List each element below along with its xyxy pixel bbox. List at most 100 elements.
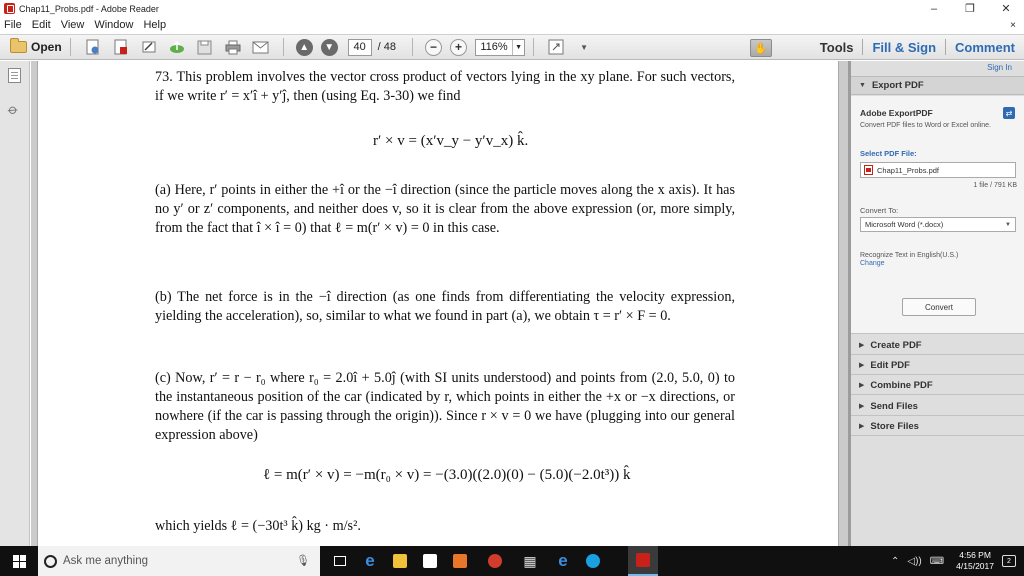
equation-angular-momentum: ℓ = m(r′ × v) = −m(r₀ × v) = −(3.0)((2.0… bbox=[263, 467, 631, 483]
zoom-in-button[interactable]: + bbox=[450, 38, 468, 56]
settings-gear-icon[interactable] bbox=[480, 546, 510, 576]
create-pdf-icon[interactable] bbox=[84, 39, 102, 55]
document-viewport[interactable]: 73. This problem involves the vector cro… bbox=[31, 61, 848, 546]
combine-pdf-section[interactable]: ▶ Combine PDF bbox=[851, 376, 1024, 395]
action-center-icon[interactable]: 2 bbox=[1002, 555, 1016, 567]
menu-bar: File Edit View Window Help × bbox=[0, 17, 1024, 33]
collapsed-arrow-icon: ▶ bbox=[859, 382, 865, 389]
show-hidden-icons-icon[interactable]: ⌃ bbox=[891, 556, 899, 567]
selected-file-field[interactable]: Chap11_Probs.pdf bbox=[860, 162, 1016, 178]
zoom-select[interactable]: 116% ▼ bbox=[475, 38, 526, 56]
next-page-icon[interactable]: ▼ bbox=[320, 38, 338, 56]
skype-icon[interactable] bbox=[578, 546, 608, 576]
chevron-down-icon[interactable]: ▼ bbox=[512, 39, 524, 55]
menu-view[interactable]: View bbox=[61, 19, 85, 31]
window-title: Chap11_Probs.pdf - Adobe Reader bbox=[19, 3, 159, 14]
start-button[interactable] bbox=[0, 546, 38, 576]
page-total: / 48 bbox=[377, 41, 397, 53]
task-view-icon[interactable] bbox=[325, 546, 355, 576]
previous-page-icon[interactable]: ▲ bbox=[295, 38, 313, 56]
section-label: Send Files bbox=[870, 400, 918, 412]
calculator-icon[interactable]: ▦ bbox=[515, 546, 545, 576]
close-document-button[interactable]: × bbox=[1010, 20, 1016, 31]
part-b-text: (b) The net force is in the −î direction… bbox=[155, 289, 735, 324]
title-bar: Chap11_Probs.pdf - Adobe Reader – ❐ ✕ bbox=[0, 0, 1024, 17]
toolbar: Open ▲ ▼ 40 / 48 − + 116% ▼ ▼ ✋ Tools Fi… bbox=[0, 34, 1024, 60]
adobe-reader-taskbar-icon[interactable] bbox=[628, 546, 658, 576]
edit-pdf-section[interactable]: ▶ Edit PDF bbox=[851, 356, 1024, 375]
toolbar-divider bbox=[69, 38, 71, 56]
export-service-icon: ⇄ bbox=[1003, 107, 1015, 119]
cloud-upload-icon[interactable] bbox=[168, 39, 186, 55]
export-pdf-section-header[interactable]: ▼ Export PDF bbox=[851, 76, 1024, 95]
store-files-section[interactable]: ▶ Store Files bbox=[851, 417, 1024, 436]
menu-edit[interactable]: Edit bbox=[32, 19, 51, 31]
email-icon[interactable] bbox=[252, 39, 270, 55]
internet-explorer-icon[interactable]: e bbox=[548, 546, 578, 576]
export-pdf-icon[interactable] bbox=[112, 39, 130, 55]
print-icon[interactable] bbox=[224, 39, 242, 55]
equation-cross-product: r′ × v = (x′v_y − y′v_x) k̂. bbox=[373, 133, 529, 149]
convert-button[interactable]: Convert bbox=[902, 298, 976, 316]
edge-browser-icon[interactable]: e bbox=[355, 546, 385, 576]
volume-icon[interactable]: ◁)) bbox=[907, 556, 921, 567]
file-explorer-icon[interactable] bbox=[385, 546, 415, 576]
menu-help[interactable]: Help bbox=[143, 19, 166, 31]
folder-icon bbox=[10, 38, 27, 53]
navigation-pane: ⌀ bbox=[0, 61, 30, 546]
export-pdf-panel: Adobe ExportPDF ⇄ Convert PDF files to W… bbox=[851, 96, 1024, 334]
media-player-icon[interactable] bbox=[445, 546, 475, 576]
part-a-text: (a) Here, r′ points in either the +î or … bbox=[155, 182, 735, 236]
fill-sign-tab[interactable]: Fill & Sign bbox=[863, 40, 945, 55]
menu-window[interactable]: Window bbox=[94, 19, 133, 31]
send-files-section[interactable]: ▶ Send Files bbox=[851, 397, 1024, 416]
format-value: Microsoft Word (*.docx) bbox=[865, 220, 944, 229]
collapsed-arrow-icon: ▶ bbox=[859, 423, 865, 430]
clock-date: 4/15/2017 bbox=[956, 561, 994, 571]
minimize-button[interactable]: – bbox=[916, 0, 952, 17]
section-label: Create PDF bbox=[870, 339, 922, 351]
window-controls: – ❐ ✕ bbox=[916, 0, 1024, 17]
toolbar-divider bbox=[412, 38, 414, 56]
open-button[interactable]: Open bbox=[10, 38, 62, 54]
comment-tab[interactable]: Comment bbox=[946, 40, 1024, 55]
menu-file[interactable]: File bbox=[4, 19, 22, 31]
collapsed-arrow-icon: ▶ bbox=[859, 362, 865, 369]
export-pdf-label: Export PDF bbox=[871, 80, 924, 91]
sign-icon[interactable] bbox=[140, 39, 158, 55]
toolbar-divider bbox=[533, 38, 535, 56]
expanded-arrow-icon: ▼ bbox=[859, 82, 866, 89]
keyboard-icon[interactable]: ⌨ bbox=[930, 556, 944, 567]
open-label: Open bbox=[31, 40, 62, 54]
pdf-page: 73. This problem involves the vector cro… bbox=[37, 61, 839, 546]
restore-button[interactable]: ❐ bbox=[952, 0, 988, 17]
tools-tab[interactable]: Tools bbox=[811, 40, 863, 55]
customize-toolbar-icon[interactable]: ▼ bbox=[575, 39, 593, 55]
recognize-text-label: Recognize Text in English(U.S.) bbox=[860, 252, 959, 259]
clock-time: 4:56 PM bbox=[959, 550, 991, 560]
clock[interactable]: 4:56 PM 4/15/2017 bbox=[956, 550, 994, 572]
page-thumbnails-icon[interactable] bbox=[8, 68, 21, 83]
windows-taskbar: Ask me anything 🎙 e ▦ e ⌃ ◁)) ⌨ 4:56 PM … bbox=[0, 546, 1024, 576]
format-select[interactable]: Microsoft Word (*.docx) ▼ bbox=[860, 217, 1016, 232]
zoom-out-button[interactable]: − bbox=[425, 38, 443, 56]
cortana-search-box[interactable]: Ask me anything 🎙 bbox=[38, 546, 320, 576]
close-button[interactable]: ✕ bbox=[988, 0, 1024, 17]
final-result-text: which yields ℓ = (−30t³ k̂) kg · m/s². bbox=[155, 518, 361, 534]
store-icon[interactable] bbox=[415, 546, 445, 576]
sign-in-link[interactable]: Sign In bbox=[987, 63, 1012, 72]
windows-logo-icon bbox=[12, 554, 26, 568]
change-language-link[interactable]: Change bbox=[860, 260, 885, 267]
create-pdf-section[interactable]: ▶ Create PDF bbox=[851, 336, 1024, 355]
attachments-icon[interactable]: ⌀ bbox=[5, 100, 22, 118]
hand-tool-icon[interactable]: ✋ bbox=[750, 39, 772, 57]
fit-page-icon[interactable] bbox=[547, 39, 565, 55]
selected-file-name: Chap11_Probs.pdf bbox=[877, 165, 939, 175]
save-icon[interactable] bbox=[196, 39, 214, 55]
export-description: Convert PDF files to Word or Excel onlin… bbox=[860, 122, 991, 129]
page-number-input[interactable]: 40 bbox=[347, 38, 372, 56]
cortana-icon bbox=[44, 554, 57, 568]
section-label: Edit PDF bbox=[870, 359, 910, 371]
microphone-icon[interactable] bbox=[297, 546, 327, 576]
tools-pane: Sign In ▼ Export PDF Adobe ExportPDF ⇄ C… bbox=[851, 61, 1024, 546]
